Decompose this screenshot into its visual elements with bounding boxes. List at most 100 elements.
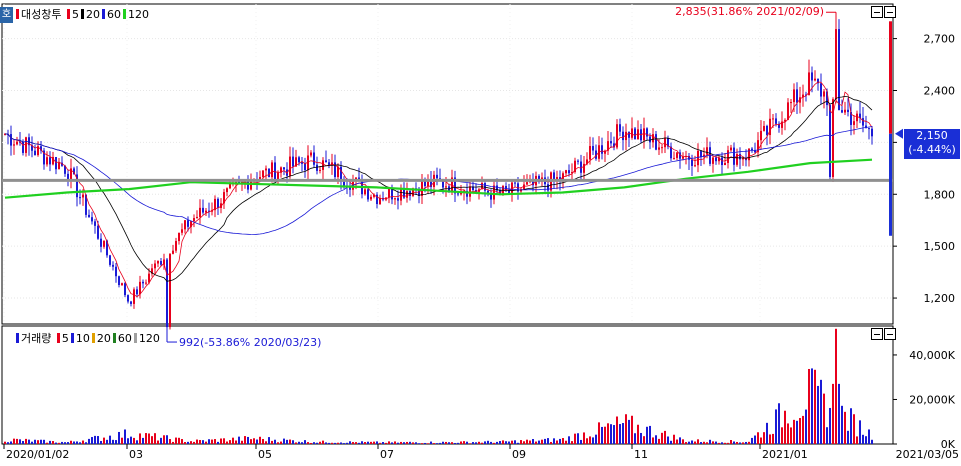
volume-bar [49,440,51,444]
candle-body [619,124,621,132]
candle-body [592,146,594,151]
volume-bar [574,433,576,444]
volume-bar [235,440,237,444]
volume-ma-swatch-10 [70,333,74,343]
price-panel-maximize-button[interactable] [884,6,896,18]
price-ma-swatch-60 [101,9,105,19]
volume-bar [748,441,750,444]
volume-y-tick-label: 20,000K [909,393,955,406]
candle-body [142,281,144,284]
volume-bar [727,442,729,444]
volume-bar [676,439,678,444]
volume-bar [610,424,612,444]
volume-ma-label-120: 120 [138,332,160,345]
volume-bar [133,437,135,444]
volume-bar [244,436,246,444]
volume-bar [157,440,159,444]
candle-body [67,173,69,180]
volume-bar [829,407,831,444]
candle-body [511,182,513,193]
volume-panel-minimize-button[interactable] [871,328,883,340]
candle-body [862,118,864,126]
volume-bar [220,438,222,444]
candle-body [748,148,750,161]
price-y-tick-label: 2,400 [924,84,956,97]
volume-bar [541,439,543,444]
price-panel-minimize-button[interactable] [871,6,883,18]
volume-bar [658,438,660,444]
candle-body [124,283,126,296]
volume-bar [805,409,807,444]
price-ma-label-5: 5 [71,8,79,21]
volume-bar [337,442,339,444]
volume-bar [328,442,330,444]
volume-bar [427,443,429,444]
current-price-marker [895,128,903,139]
chart-canvas[interactable]: 2,7002,4002,1001,8001,5001,20040,000K20,… [0,0,961,462]
candle-body [112,264,114,267]
volume-bar [310,442,312,444]
price-range-down-bar [889,133,892,236]
candle-body [526,182,528,185]
volume-bar [841,405,843,444]
volume-bar [442,441,444,444]
volume-panel-maximize-button[interactable] [884,328,896,340]
volume-bar [790,427,792,444]
volume-bar [589,436,591,444]
volume-bar [826,427,828,444]
candle-body [580,161,582,173]
candle-body [181,229,183,233]
candle-body [568,170,570,174]
volume-bar [715,441,717,444]
candle-body [175,241,177,251]
candle-body [178,232,180,242]
volume-bar [385,442,387,444]
candle-body [727,150,729,163]
volume-bar [4,441,6,444]
volume-bar [265,441,267,444]
candle-body [94,221,96,226]
volume-bar [652,437,654,444]
volume-bar [475,442,477,444]
volume-bar [454,442,456,444]
candle-body [706,147,708,155]
volume-bar [283,438,285,444]
volume-bar [52,441,54,444]
volume-bar [463,441,465,444]
candle-body [118,276,120,285]
price-y-tick-label: 2,700 [924,33,956,46]
candle-body [697,150,699,166]
candle-body [649,136,651,143]
candle-body [145,282,147,284]
volume-bar [379,442,381,444]
volume-bar [382,442,384,444]
volume-bar [397,442,399,444]
candle-body [871,128,873,137]
candle-body [268,168,270,178]
low-annotation: 992(-53.86% 2020/03/23) [179,336,321,349]
candle-body [97,225,99,239]
volume-bar [562,438,564,444]
candle-body [388,187,390,198]
volume-bar [67,442,69,444]
chart-corner-icon[interactable]: 호 [0,7,13,23]
volume-bar [151,436,153,444]
volume-bar [736,441,738,444]
candle-body [337,166,339,178]
volume-bar [634,433,636,444]
candle-body [655,134,657,150]
volume-bar [613,425,615,444]
volume-bar [484,441,486,444]
volume-bar [535,441,537,444]
volume-bar [403,442,405,444]
volume-bar [430,441,432,444]
volume-bar [211,439,213,444]
volume-bar [685,442,687,444]
current-price-change: (-4.44%) [908,143,956,156]
volume-bar [169,439,171,444]
volume-bar [760,437,762,444]
candle-body [796,89,798,103]
volume-bar [331,442,333,444]
volume-ma-legend: 5 10 20 60 120 [56,332,162,345]
volume-bar [856,436,858,444]
